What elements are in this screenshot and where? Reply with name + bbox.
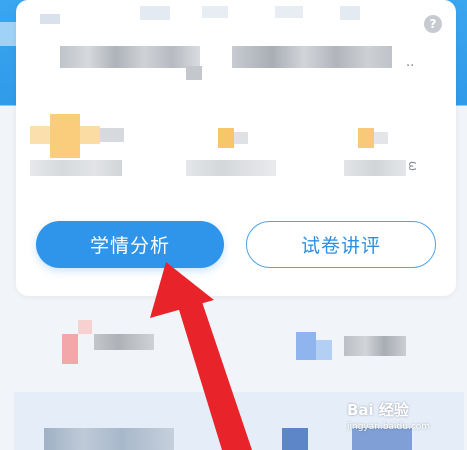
paper-review-button[interactable]: 试卷讲评 (246, 221, 436, 268)
blurred-stat (358, 128, 374, 148)
blurred-text (140, 6, 170, 20)
blurred-stat (218, 128, 234, 148)
blurred-item-icon (316, 340, 332, 360)
help-question-icon[interactable]: ? (424, 15, 442, 33)
blurred-label (344, 160, 406, 176)
blurred-text (60, 46, 200, 68)
blurred-item-icon (78, 320, 92, 334)
more-dots-icon[interactable]: .. (406, 56, 426, 70)
blurred-label (186, 160, 276, 176)
blurred-text (186, 66, 202, 80)
blurred-stat (374, 132, 388, 144)
watermark-logo: Bai 经验 (347, 401, 409, 419)
watermark-url: jingyan.baidu.com (347, 422, 431, 432)
blurred-text (232, 46, 392, 68)
baidu-jingyan-watermark: Bai 经验 jingyan.baidu.com (345, 397, 463, 435)
blurred-text (275, 6, 303, 18)
blurred-text (44, 428, 174, 450)
blurred-text (340, 6, 360, 20)
blurred-stat (30, 126, 50, 144)
blurred-text (344, 336, 406, 356)
blurred-text (40, 14, 60, 24)
blurred-stat (50, 114, 80, 158)
blurred-text (94, 334, 154, 350)
blurred-stat (80, 126, 100, 144)
blurred-item-icon (296, 332, 316, 360)
blurred-label (30, 160, 122, 176)
blurred-item-icon (282, 428, 308, 450)
blurred-stat (100, 128, 124, 142)
app-screen: ? .. ω 学情分析 试卷讲评 Bai 经验 jingyan.baidu.co… (0, 0, 467, 450)
side-indicator-icon: ω (406, 161, 420, 172)
blurred-text (202, 6, 228, 18)
learning-analysis-button[interactable]: 学情分析 (36, 221, 224, 268)
blurred-item-icon (62, 334, 78, 364)
blurred-stat (234, 132, 248, 144)
